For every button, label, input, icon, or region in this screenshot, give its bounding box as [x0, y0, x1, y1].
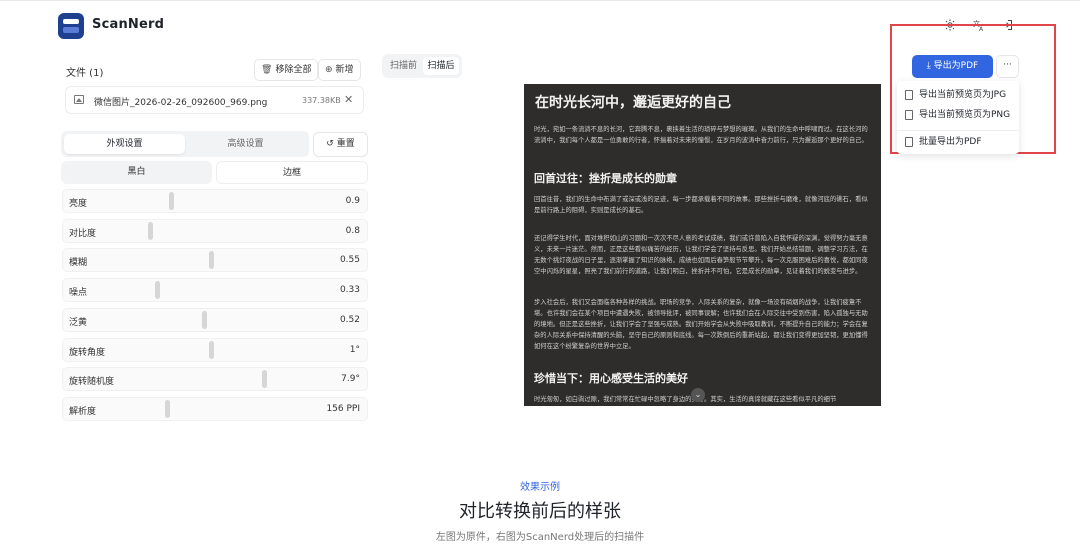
slider-label: 旋转角度 [69, 347, 106, 358]
slider-handle[interactable] [261, 370, 267, 389]
scroll-down-icon[interactable]: ⌄ [691, 388, 705, 402]
settings-tabs: 外观设置 高级设置 [61, 131, 309, 157]
slider-handle[interactable] [201, 310, 207, 329]
tab-advanced[interactable]: 高级设置 [185, 134, 306, 154]
before-after-toggle: 扫描前 扫描后 [382, 54, 462, 78]
toggle-after[interactable]: 扫描后 [423, 57, 459, 75]
slider-handle[interactable] [155, 281, 161, 300]
app-logo [58, 13, 84, 39]
file-icon [905, 110, 913, 120]
scanned-document-preview: 在时光长河中，邂逅更好的自己 时光，宛如一条流淌不息的长河，它奔腾不息，裹挟着生… [524, 84, 881, 406]
slider-label: 旋转随机度 [69, 377, 115, 388]
doc-paragraph: 还记得学生时代，面对堆积如山的习题和一次次不尽人意的考试成绩，我们或许曾陷入自我… [534, 235, 868, 275]
app-name: ScanNerd [92, 17, 165, 32]
slider-row: 模糊 0.55 [62, 248, 368, 273]
export-menu: 导出当前预览页为JPG 导出当前预览页为PNG 批量导出为PDF [897, 81, 1019, 154]
doc-title: 在时光长河中，邂逅更好的自己 [535, 95, 731, 111]
slider-row: 解析度 156 PPI [62, 396, 368, 421]
doc-paragraph: 步入社会后，我们又会面临各种各样的挑战。职场的竞争，人际关系的复杂，就像一场没有… [534, 299, 868, 350]
slider-handle[interactable] [148, 221, 154, 240]
export-pdf-button[interactable]: ⤓ 导出为PDF [912, 55, 993, 78]
doc-heading: 珍惜当下：用心感受生活的美好 [534, 372, 688, 385]
slider-label: 噪点 [69, 288, 88, 299]
doc-heading: 回首过往：挫折是成长的勋章 [534, 172, 677, 185]
slider-value: 156 PPI [326, 403, 360, 414]
slider-label: 对比度 [69, 228, 97, 239]
slider-label: 亮度 [69, 199, 88, 209]
slider-value: 0.52 [339, 314, 360, 325]
add-file-button[interactable]: ⊕ 新增 [318, 59, 361, 81]
slider-value: 0.8 [345, 225, 360, 236]
remove-file-icon[interactable]: ✕ [344, 93, 353, 106]
slider-label: 模糊 [69, 258, 88, 269]
remove-all-button[interactable]: 🗑 移除全部 [254, 59, 319, 81]
menu-export-jpg[interactable]: 导出当前预览页为JPG [897, 85, 1019, 105]
top-divider [0, 0, 1080, 1]
download-icon: ⤓ [926, 61, 931, 71]
add-file-icon: ⊕ [325, 65, 333, 75]
image-file-icon [74, 95, 84, 104]
slider-value: 0.9 [345, 196, 360, 206]
slider-row: 旋转角度 1° [62, 337, 368, 362]
more-options-button[interactable]: ··· [996, 55, 1019, 78]
section-subtitle: 左图为原件，右图为ScanNerd处理后的扫描件 [435, 532, 645, 543]
slider-handle[interactable] [169, 192, 175, 210]
slider-label: 泛黄 [69, 317, 88, 328]
tab-appearance[interactable]: 外观设置 [64, 134, 185, 154]
slider-row: 噪点 0.33 [62, 278, 368, 303]
doc-paragraph: 时光，宛如一条流淌不息的长河，它奔腾不息，裹挟着生活的琐碎与梦想的璀璨。从我们的… [534, 126, 868, 144]
toggle-before[interactable]: 扫描前 [385, 57, 422, 75]
slider-handle[interactable] [208, 251, 214, 270]
slider-row: 亮度 0.9 [62, 189, 368, 213]
file-icon [905, 90, 913, 100]
slider-value: 0.55 [339, 255, 360, 266]
reset-icon: ↺ [326, 139, 334, 149]
file-size: 337.38KB [302, 96, 341, 105]
doc-paragraph: 回首往昔，我们的生命中布满了或深或浅的足迹，每一步都承载着不同的故事。那些挫折与… [534, 196, 868, 214]
copy-icon [905, 137, 913, 147]
files-title: 文件 (1) [66, 68, 104, 79]
slider-handle[interactable] [164, 399, 170, 418]
slider-value: 7.9° [341, 374, 360, 385]
file-name: 微信图片_2026-02-26_092600_969.png [94, 98, 268, 108]
menu-batch-export-pdf[interactable]: 批量导出为PDF [897, 132, 1019, 152]
mode-black-white[interactable]: 黑白 [61, 161, 212, 184]
section-tag: 效果示例 [520, 482, 560, 493]
reset-button[interactable]: ↺ 重置 [313, 132, 368, 157]
slider-value: 1° [349, 344, 360, 355]
menu-export-png[interactable]: 导出当前预览页为PNG [897, 105, 1019, 125]
slider-row: 对比度 0.8 [62, 218, 368, 243]
menu-divider [897, 130, 1019, 131]
slider-handle[interactable] [208, 340, 214, 359]
slider-row: 泛黄 0.52 [62, 307, 368, 332]
trash-icon: 🗑 [261, 65, 273, 75]
section-title: 对比转换前后的样张 [459, 501, 621, 522]
slider-label: 解析度 [69, 406, 97, 417]
mode-border[interactable]: 边框 [216, 161, 368, 184]
slider-row: 旋转随机度 7.9° [62, 367, 368, 392]
file-list-item[interactable]: 微信图片_2026-02-26_092600_969.png 337.38KB … [65, 86, 364, 114]
slider-value: 0.33 [339, 285, 360, 296]
